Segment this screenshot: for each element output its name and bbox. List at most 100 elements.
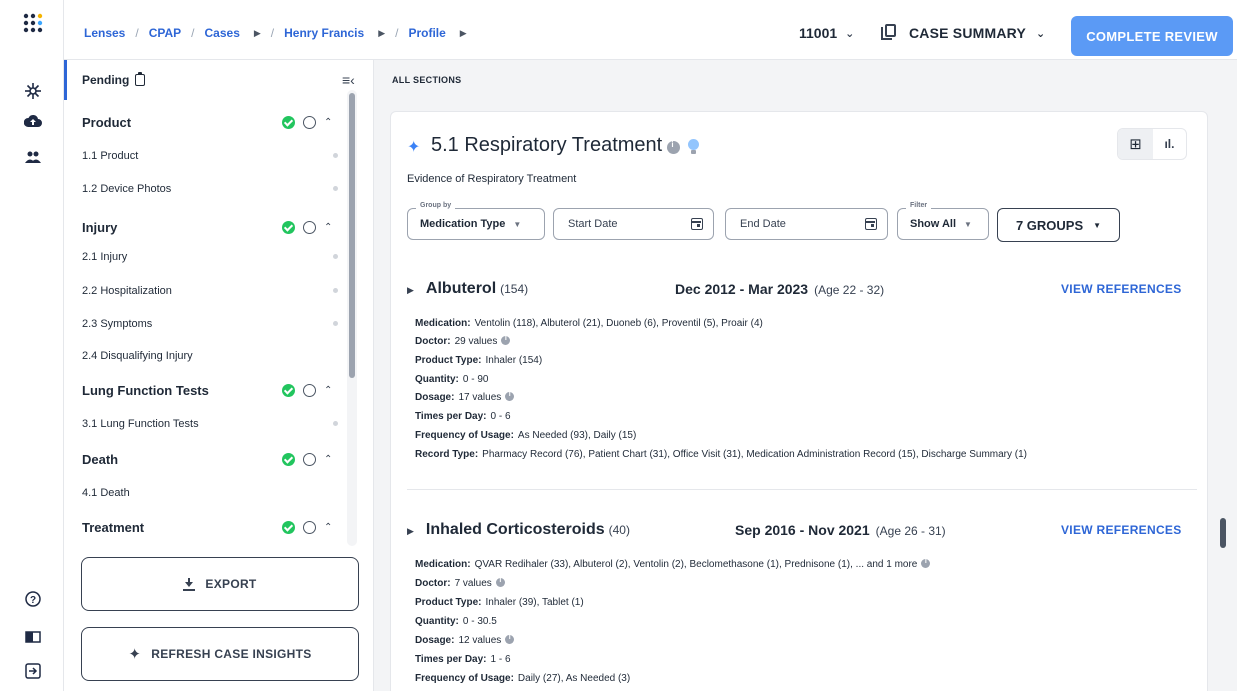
- case-id: 11001: [799, 25, 838, 41]
- help-icon[interactable]: ?: [22, 588, 44, 610]
- chart-view-icon[interactable]: ıl.: [1153, 129, 1186, 159]
- breadcrumb-cases[interactable]: Cases: [205, 26, 240, 40]
- info-icon[interactable]: [495, 577, 505, 587]
- group-name: Albuterol: [425, 280, 497, 297]
- check-circle-icon: [282, 116, 295, 129]
- section-product[interactable]: Product: [82, 115, 131, 130]
- view-toggle: ⊞ ıl.: [1117, 128, 1187, 160]
- section-lung-function-tests[interactable]: Lung Function Tests: [82, 383, 209, 398]
- sidebar-item-injury[interactable]: 2.1 Injury: [82, 251, 127, 263]
- groups-dropdown-button[interactable]: 7 GROUPS ▼: [997, 208, 1120, 242]
- active-indicator: [64, 60, 67, 100]
- expand-caret-icon[interactable]: ▶: [407, 526, 414, 537]
- info-icon[interactable]: [667, 140, 680, 154]
- info-icon[interactable]: [505, 391, 515, 401]
- export-button[interactable]: EXPORT: [81, 557, 359, 611]
- group-count: (40): [608, 523, 630, 537]
- detail-row-dosage: Dosage: 17 values: [415, 391, 515, 403]
- breadcrumb-separator: /: [191, 26, 195, 40]
- sidebar-item-hospitalization[interactable]: 2.2 Hospitalization: [82, 285, 172, 297]
- caret-right-icon[interactable]: ▶: [254, 28, 261, 39]
- collapse-sidebar-icon[interactable]: ≡‹: [342, 72, 355, 88]
- detail-row-quantity: Quantity: 0 - 30.5: [415, 616, 497, 627]
- refresh-label: REFRESH CASE INSIGHTS: [151, 647, 312, 661]
- detail-row-times-per-day: Times per Day: 1 - 6: [415, 654, 511, 665]
- start-date-input[interactable]: Start Date: [553, 208, 714, 240]
- sidebar-item-lung-function-tests[interactable]: 3.1 Lung Function Tests: [82, 418, 199, 430]
- cloud-upload-icon[interactable]: [22, 110, 44, 132]
- section-controls: ⌃: [282, 521, 332, 534]
- detail-row-doctor: Doctor: 29 values: [415, 335, 511, 347]
- logout-icon[interactable]: [22, 660, 44, 682]
- sidebar-item-symptoms[interactable]: 2.3 Symptoms: [82, 318, 152, 330]
- users-icon[interactable]: [22, 146, 44, 168]
- sidebar-item-death[interactable]: 4.1 Death: [82, 487, 130, 499]
- caret-right-icon[interactable]: ▶: [460, 28, 467, 39]
- chevron-up-icon[interactable]: ⌃: [324, 117, 332, 128]
- expand-caret-icon[interactable]: ▶: [407, 285, 414, 296]
- download-icon: [183, 578, 196, 591]
- section-death[interactable]: Death: [82, 452, 118, 467]
- chevron-up-icon[interactable]: ⌃: [324, 454, 332, 465]
- radio-circle-icon[interactable]: [303, 116, 316, 129]
- breadcrumb-profile[interactable]: Profile: [408, 26, 445, 40]
- top-bar: Lenses / CPAP / Cases ▶ / Henry Francis …: [64, 0, 1237, 60]
- sidebar-item-disqualifying-injury[interactable]: 2.4 Disqualifying Injury: [82, 350, 193, 362]
- calendar-icon[interactable]: [865, 218, 877, 230]
- table-view-icon[interactable]: ⊞: [1118, 129, 1153, 159]
- group-header-albuterol[interactable]: ▶ Albuterol (154): [407, 280, 528, 298]
- pending-filter[interactable]: Pending: [82, 72, 146, 87]
- detail-row-quantity: Quantity: 0 - 90: [415, 374, 489, 385]
- ai-sparkle-icon: ✦: [407, 139, 421, 156]
- info-icon[interactable]: [505, 634, 515, 644]
- status-dot: [333, 421, 338, 426]
- end-date-input[interactable]: End Date: [725, 208, 888, 240]
- group-by-select[interactable]: Group by Medication Type ▼: [407, 202, 545, 240]
- caret-right-icon[interactable]: ▶: [378, 28, 385, 39]
- copy-icon[interactable]: [881, 24, 897, 40]
- group-count: (154): [500, 282, 529, 296]
- main-scrollbar-thumb[interactable]: [1220, 518, 1226, 548]
- section-injury[interactable]: Injury: [82, 220, 117, 235]
- breadcrumb-lenses[interactable]: Lenses: [84, 26, 125, 40]
- app-logo-icon[interactable]: [22, 12, 44, 34]
- section-controls: ⌃: [282, 116, 332, 129]
- breadcrumb-cpap[interactable]: CPAP: [149, 26, 181, 40]
- group-header-inhaled-corticosteroids[interactable]: ▶ Inhaled Corticosteroids (40): [407, 521, 630, 539]
- filter-value: Show All: [910, 218, 957, 230]
- radio-circle-icon[interactable]: [303, 221, 316, 234]
- chevron-up-icon[interactable]: ⌃: [324, 385, 332, 396]
- check-circle-icon: [282, 384, 295, 397]
- radio-circle-icon[interactable]: [303, 453, 316, 466]
- detail-row-record-type: Record Type: Pharmacy Record (76), Patien…: [415, 449, 1028, 460]
- refresh-case-insights-button[interactable]: ✦ REFRESH CASE INSIGHTS: [81, 627, 359, 681]
- sidebar-item-device-photos[interactable]: 1.2 Device Photos: [82, 183, 171, 195]
- clipboard-icon: [135, 72, 146, 86]
- radio-circle-icon[interactable]: [303, 521, 316, 534]
- breadcrumb-patient[interactable]: Henry Francis: [284, 26, 364, 40]
- sidebar-scrollbar-thumb[interactable]: [349, 93, 355, 378]
- case-summary-dropdown[interactable]: CASE SUMMARY ⌄: [909, 25, 1045, 41]
- view-references-link[interactable]: VIEW REFERENCES: [1061, 282, 1182, 296]
- status-dot: [333, 288, 338, 293]
- chevron-up-icon[interactable]: ⌃: [324, 522, 332, 533]
- filter-select[interactable]: Filter Show All ▼: [897, 202, 989, 240]
- age-range: (Age 22 - 32): [814, 283, 885, 297]
- chevron-up-icon[interactable]: ⌃: [324, 222, 332, 233]
- section-treatment[interactable]: Treatment: [82, 520, 144, 535]
- book-icon[interactable]: [22, 626, 44, 648]
- complete-review-button[interactable]: COMPLETE REVIEW: [1071, 16, 1233, 56]
- info-icon[interactable]: [921, 558, 931, 568]
- lens-icon[interactable]: [22, 80, 44, 102]
- section-controls: ⌃: [282, 453, 332, 466]
- sections-sidebar: Pending ≡‹ Product ⌃ 1.1 Product 1.2 Dev…: [64, 60, 374, 691]
- case-summary-label: CASE SUMMARY: [909, 25, 1026, 41]
- radio-circle-icon[interactable]: [303, 384, 316, 397]
- view-references-link[interactable]: VIEW REFERENCES: [1061, 523, 1182, 537]
- card-subtitle: Evidence of Respiratory Treatment: [407, 173, 577, 185]
- case-id-dropdown[interactable]: 11001 ⌄: [799, 25, 854, 41]
- info-icon[interactable]: [501, 335, 511, 345]
- lightbulb-icon[interactable]: [688, 139, 699, 154]
- calendar-icon[interactable]: [691, 218, 703, 230]
- sidebar-item-product[interactable]: 1.1 Product: [82, 150, 138, 162]
